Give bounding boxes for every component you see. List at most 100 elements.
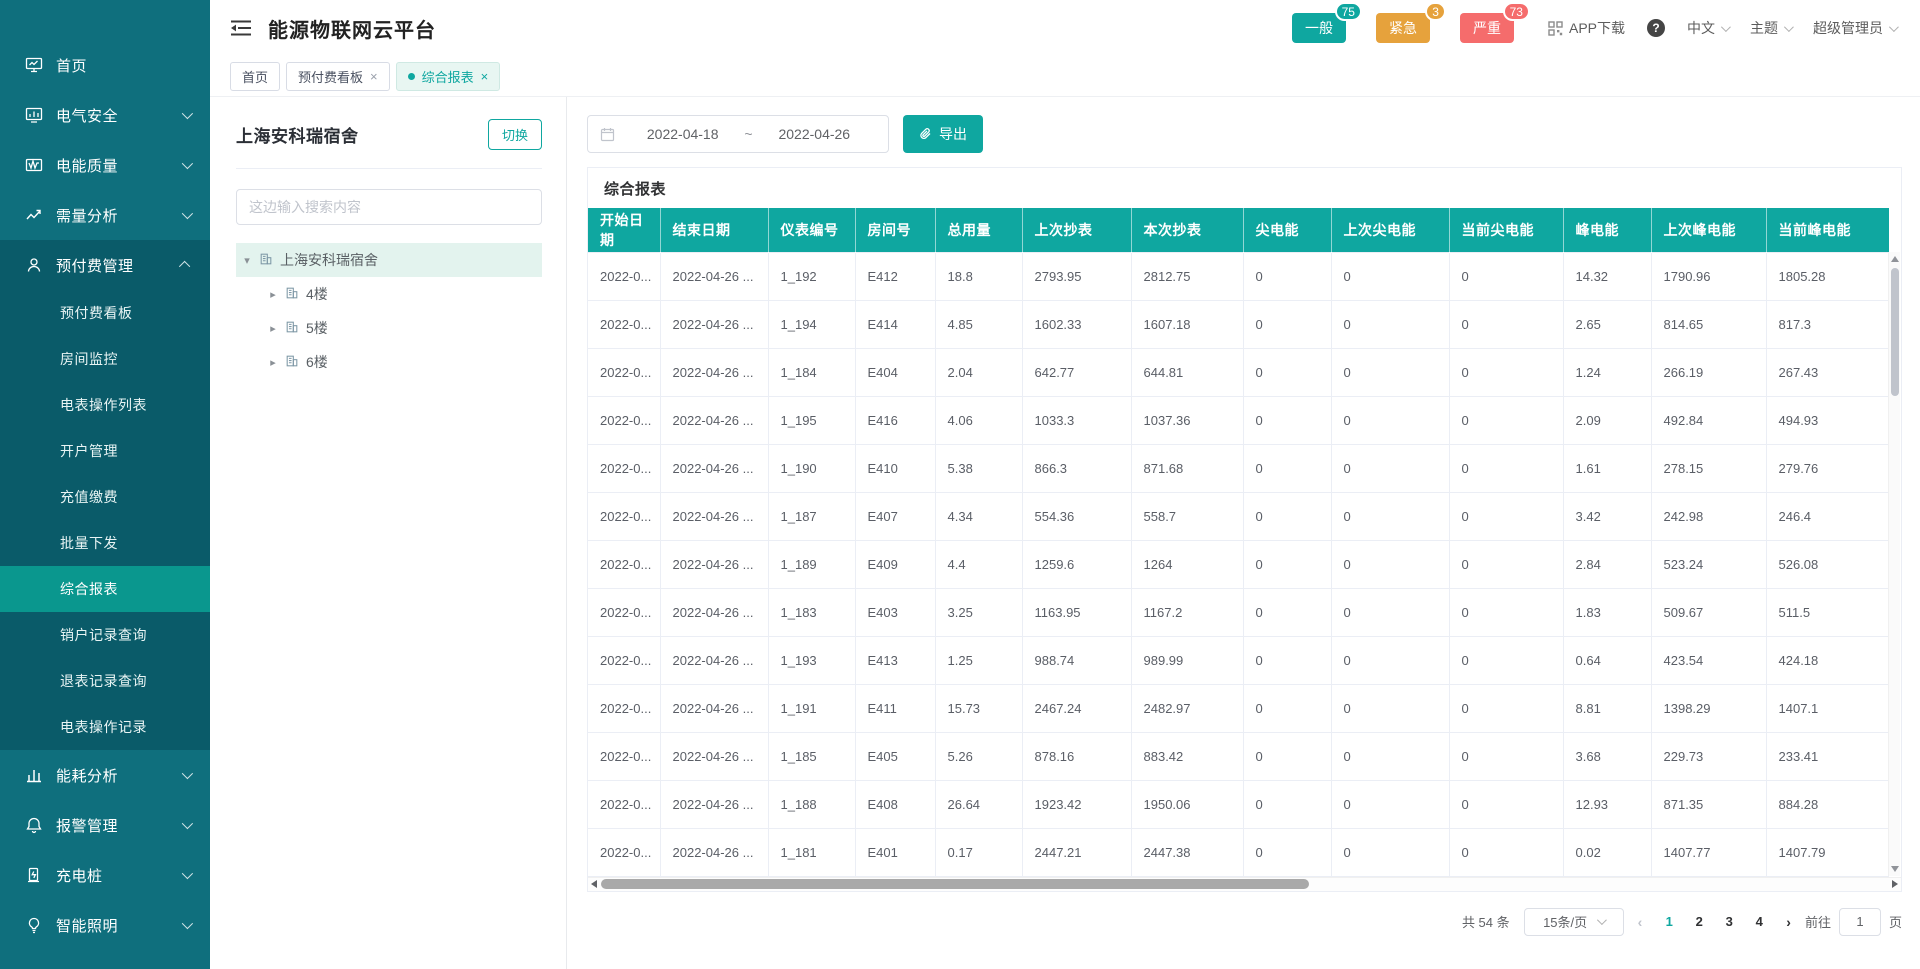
menu-collapse-icon[interactable] xyxy=(230,19,252,37)
page-button-2[interactable]: 2 xyxy=(1686,909,1712,935)
language-selector[interactable]: 中文 xyxy=(1687,18,1728,38)
sidebar-item-alarm-mgmt[interactable]: 报警管理 xyxy=(0,800,210,850)
table-cell: E409 xyxy=(855,540,935,588)
column-header[interactable]: 总用量 xyxy=(935,208,1022,252)
alarm-badge-urgent[interactable]: 紧急3 xyxy=(1376,13,1430,43)
theme-selector[interactable]: 主题 xyxy=(1750,18,1791,38)
search-input[interactable] xyxy=(236,189,542,225)
table-row[interactable]: 2022-0...2022-04-26 ...1_187E4074.34554.… xyxy=(588,492,1889,540)
submenu-item-room-monitor[interactable]: 房间监控 xyxy=(0,336,210,382)
prev-page-button[interactable]: ‹ xyxy=(1638,914,1643,930)
page-size-select[interactable]: 15条/页 xyxy=(1524,908,1624,936)
sidebar-item-power-quality[interactable]: 电能质量 xyxy=(0,140,210,190)
scroll-up-icon[interactable] xyxy=(1891,256,1899,262)
table-row[interactable]: 2022-0...2022-04-26 ...1_191E41115.73246… xyxy=(588,684,1889,732)
table-row[interactable]: 2022-0...2022-04-26 ...1_188E40826.64192… xyxy=(588,780,1889,828)
table-row[interactable]: 2022-0...2022-04-26 ...1_192E41218.82793… xyxy=(588,252,1889,300)
help-icon[interactable]: ? xyxy=(1647,19,1665,37)
table-row[interactable]: 2022-0...2022-04-26 ...1_194E4144.851602… xyxy=(588,300,1889,348)
date-range-picker[interactable]: 2022-04-18 ~ 2022-04-26 xyxy=(587,115,889,153)
table-row[interactable]: 2022-0...2022-04-26 ...1_195E4164.061033… xyxy=(588,396,1889,444)
tree-node-child[interactable]: ▸6楼 xyxy=(236,345,542,379)
caret-right-icon[interactable]: ▸ xyxy=(268,288,278,301)
vertical-scroll-thumb[interactable] xyxy=(1891,268,1899,396)
tree-node-child[interactable]: ▸4楼 xyxy=(236,277,542,311)
alarm-badge-general[interactable]: 一般75 xyxy=(1292,13,1346,43)
column-header[interactable]: 上次尖电能 xyxy=(1331,208,1449,252)
table-cell: 1167.2 xyxy=(1131,588,1243,636)
user-menu[interactable]: 超级管理员 xyxy=(1813,18,1896,38)
submenu-item-meter-op-record[interactable]: 电表操作记录 xyxy=(0,704,210,750)
table-row[interactable]: 2022-0...2022-04-26 ...1_184E4042.04642.… xyxy=(588,348,1889,396)
table-row[interactable]: 2022-0...2022-04-26 ...1_183E4033.251163… xyxy=(588,588,1889,636)
submenu-item-combined-report[interactable]: 综合报表 xyxy=(0,566,210,612)
submenu-item-close-acct-query[interactable]: 销户记录查询 xyxy=(0,612,210,658)
column-header[interactable]: 仪表编号 xyxy=(768,208,855,252)
scroll-right-icon[interactable] xyxy=(1892,880,1898,888)
scroll-left-icon[interactable] xyxy=(591,880,597,888)
app-download-link[interactable]: APP下载 xyxy=(1548,18,1625,38)
submenu-item-meter-ret-query[interactable]: 退表记录查询 xyxy=(0,658,210,704)
caret-right-icon[interactable]: ▸ xyxy=(268,356,278,369)
tree-node-child[interactable]: ▸5楼 xyxy=(236,311,542,345)
table-row[interactable]: 2022-0...2022-04-26 ...1_190E4105.38866.… xyxy=(588,444,1889,492)
column-header[interactable]: 当前尖电能 xyxy=(1449,208,1563,252)
submenu-item-account-mgmt[interactable]: 开户管理 xyxy=(0,428,210,474)
submenu-item-prepaid-board[interactable]: 预付费看板 xyxy=(0,290,210,336)
column-header[interactable]: 房间号 xyxy=(855,208,935,252)
sidebar-item-home[interactable]: 首页 xyxy=(0,40,210,90)
sidebar-item-demand-analysis[interactable]: 需量分析 xyxy=(0,190,210,240)
table-cell: E404 xyxy=(855,348,935,396)
column-header[interactable]: 本次抄表 xyxy=(1131,208,1243,252)
table-cell: 229.73 xyxy=(1651,732,1766,780)
caret-down-icon[interactable]: ▾ xyxy=(242,254,252,267)
vertical-scrollbar[interactable] xyxy=(1888,252,1900,876)
table-row[interactable]: 2022-0...2022-04-26 ...1_189E4094.41259.… xyxy=(588,540,1889,588)
close-icon[interactable]: × xyxy=(370,70,378,83)
table-cell: 2022-04-26 ... xyxy=(660,348,768,396)
table-cell: 0 xyxy=(1449,444,1563,492)
tab-prepaid-board[interactable]: 预付费看板 × xyxy=(286,62,390,91)
tree-node-root[interactable]: ▾ 上海安科瑞宿舍 xyxy=(236,243,542,277)
close-icon[interactable]: × xyxy=(481,70,489,83)
sidebar-item-smart-lighting[interactable]: 智能照明 xyxy=(0,900,210,950)
sidebar-item-prepaid-mgmt[interactable]: 预付费管理 xyxy=(0,240,210,290)
table-cell: 0 xyxy=(1331,300,1449,348)
submenu-item-meter-op-list[interactable]: 电表操作列表 xyxy=(0,382,210,428)
date-end[interactable]: 2022-04-26 xyxy=(753,126,876,142)
caret-right-icon[interactable]: ▸ xyxy=(268,322,278,335)
submenu-item-batch-dispatch[interactable]: 批量下发 xyxy=(0,520,210,566)
page-button-1[interactable]: 1 xyxy=(1656,909,1682,935)
tab-label: 预付费看板 xyxy=(298,67,363,86)
sidebar-item-electrical-safety[interactable]: 电气安全 xyxy=(0,90,210,140)
column-header[interactable]: 开始日期 xyxy=(588,208,660,252)
table-header-row: 开始日期结束日期仪表编号房间号总用量上次抄表本次抄表尖电能上次尖电能当前尖电能峰… xyxy=(588,208,1889,252)
table-cell: 0 xyxy=(1449,300,1563,348)
column-header[interactable]: 峰电能 xyxy=(1563,208,1651,252)
date-start[interactable]: 2022-04-18 xyxy=(621,126,744,142)
table-row[interactable]: 2022-0...2022-04-26 ...1_193E4131.25988.… xyxy=(588,636,1889,684)
column-header[interactable]: 上次抄表 xyxy=(1022,208,1131,252)
page-button-4[interactable]: 4 xyxy=(1746,909,1772,935)
sidebar-item-energy-analysis[interactable]: 能耗分析 xyxy=(0,750,210,800)
scroll-down-icon[interactable] xyxy=(1891,866,1899,872)
horizontal-scroll-thumb[interactable] xyxy=(601,879,1309,889)
goto-page-input[interactable] xyxy=(1839,908,1881,936)
column-header[interactable]: 上次峰电能 xyxy=(1651,208,1766,252)
next-page-button[interactable]: › xyxy=(1786,914,1791,930)
switch-button[interactable]: 切换 xyxy=(488,119,542,150)
page-button-3[interactable]: 3 xyxy=(1716,909,1742,935)
column-header[interactable]: 结束日期 xyxy=(660,208,768,252)
tab-home[interactable]: 首页 xyxy=(230,62,280,91)
sidebar-item-charging-pile[interactable]: 充电桩 xyxy=(0,850,210,900)
column-header[interactable]: 当前峰电能 xyxy=(1766,208,1889,252)
horizontal-scrollbar[interactable] xyxy=(588,877,1901,891)
chart-icon xyxy=(24,105,44,125)
alarm-badge-critical[interactable]: 严重73 xyxy=(1460,13,1514,43)
export-button[interactable]: 导出 xyxy=(903,115,983,153)
column-header[interactable]: 尖电能 xyxy=(1243,208,1331,252)
table-row[interactable]: 2022-0...2022-04-26 ...1_181E4010.172447… xyxy=(588,828,1889,876)
table-row[interactable]: 2022-0...2022-04-26 ...1_185E4055.26878.… xyxy=(588,732,1889,780)
submenu-item-recharge-pay[interactable]: 充值缴费 xyxy=(0,474,210,520)
tab-combined-report[interactable]: 综合报表× xyxy=(396,62,501,91)
